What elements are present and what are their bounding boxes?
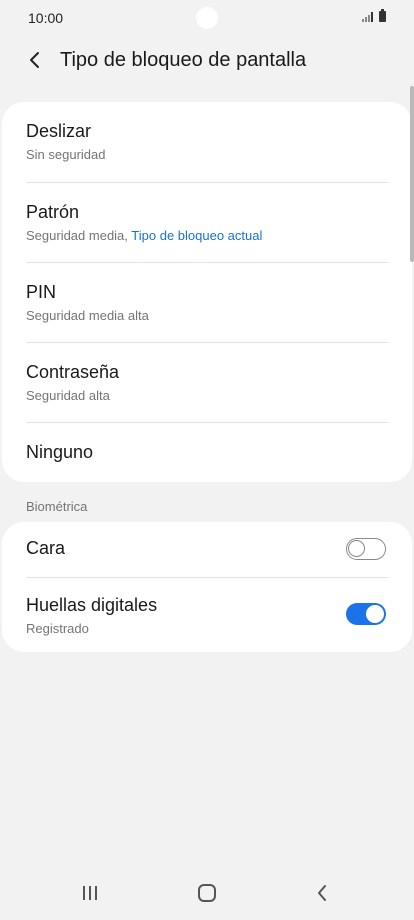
divider bbox=[26, 182, 388, 183]
biometric-face[interactable]: Cara bbox=[2, 538, 412, 562]
option-pin[interactable]: PIN Seguridad media alta bbox=[2, 282, 412, 323]
home-icon bbox=[198, 884, 216, 902]
biometric-fingerprint[interactable]: Huellas digitales Registrado bbox=[2, 595, 412, 636]
chevron-left-icon bbox=[30, 52, 39, 68]
option-subtitle: Seguridad alta bbox=[26, 388, 110, 403]
back-nav-button[interactable] bbox=[302, 878, 342, 908]
option-title: Deslizar bbox=[26, 121, 92, 141]
option-subtitle: Seguridad media, Tipo de bloqueo actual bbox=[26, 228, 412, 243]
divider bbox=[26, 577, 388, 578]
option-patron[interactable]: Patrón Seguridad media, Tipo de bloqueo … bbox=[2, 202, 412, 243]
status-time: 10:00 bbox=[28, 10, 64, 26]
status-icons bbox=[362, 9, 386, 22]
option-title: PIN bbox=[26, 282, 57, 302]
option-subtitle: Seguridad media alta bbox=[26, 308, 149, 323]
camera-cutout bbox=[196, 7, 218, 29]
battery-icon bbox=[379, 9, 386, 22]
option-ninguno[interactable]: Ninguno bbox=[2, 442, 412, 463]
option-contrasena[interactable]: Contraseña Seguridad alta bbox=[2, 362, 412, 403]
back-button[interactable] bbox=[12, 37, 58, 83]
biometrics-list: Cara Huellas digitales Registrado bbox=[2, 522, 412, 652]
fingerprint-toggle[interactable] bbox=[346, 603, 386, 625]
back-icon bbox=[318, 885, 326, 901]
divider bbox=[26, 422, 388, 423]
option-subtitle: Sin seguridad bbox=[26, 147, 106, 162]
toggle-knob bbox=[348, 540, 365, 557]
app-header: Tipo de bloqueo de pantalla bbox=[0, 36, 414, 84]
divider bbox=[26, 262, 388, 263]
option-title: Contraseña bbox=[26, 362, 120, 382]
option-deslizar[interactable]: Deslizar Sin seguridad bbox=[2, 121, 412, 162]
lock-type-list: Deslizar Sin seguridad Patrón Seguridad … bbox=[2, 102, 412, 482]
face-toggle[interactable] bbox=[346, 538, 386, 560]
divider bbox=[26, 342, 388, 343]
recent-apps-icon bbox=[83, 886, 97, 900]
option-title: Patrón bbox=[26, 202, 80, 222]
current-lock-label: Tipo de bloqueo actual bbox=[131, 228, 263, 243]
signal-icon bbox=[362, 12, 373, 22]
section-label-biometrics: Biométrica bbox=[26, 499, 88, 514]
toggle-knob bbox=[365, 604, 385, 624]
scrollbar[interactable] bbox=[410, 86, 414, 262]
navigation-bar bbox=[0, 866, 414, 920]
page-title: Tipo de bloqueo de pantalla bbox=[60, 48, 307, 71]
home-button[interactable] bbox=[187, 878, 227, 908]
option-title: Ninguno bbox=[26, 442, 94, 462]
option-subtitle-text: Seguridad media, bbox=[26, 228, 128, 243]
recent-apps-button[interactable] bbox=[70, 878, 110, 908]
status-bar: 10:00 bbox=[0, 0, 414, 36]
